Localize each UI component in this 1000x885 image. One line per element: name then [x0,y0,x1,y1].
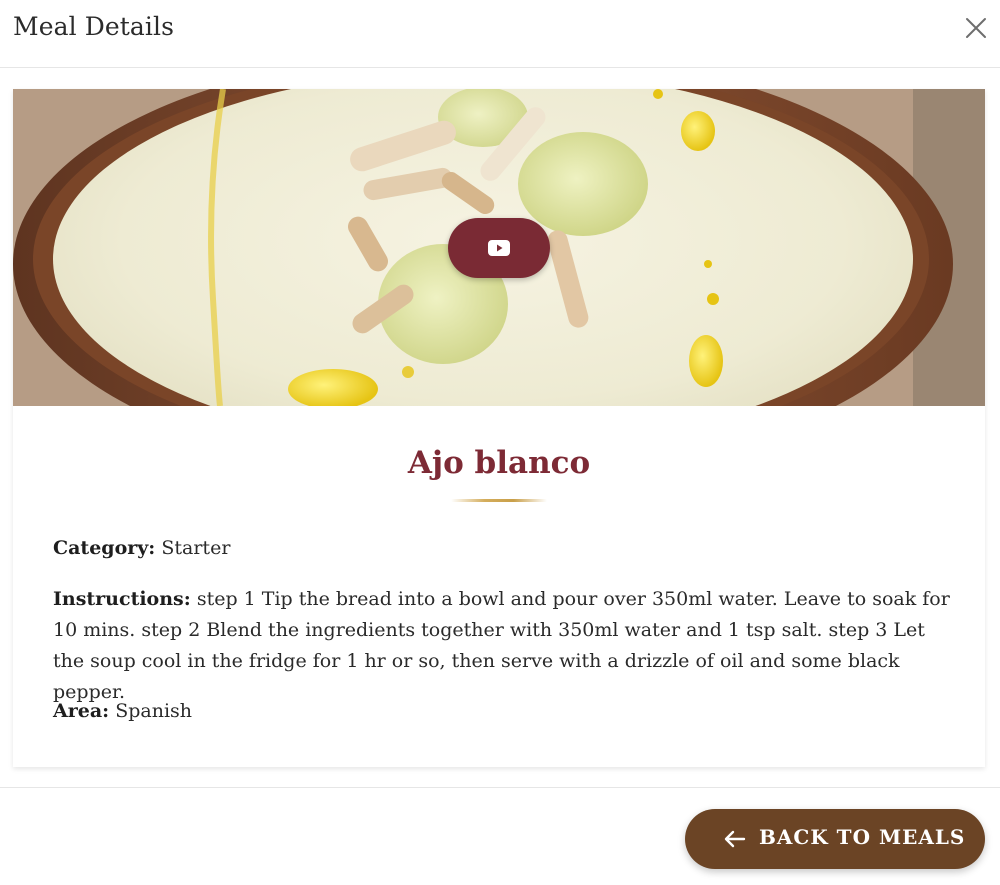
title-underline [451,499,547,502]
close-button[interactable] [964,16,988,40]
category-label: Category: [53,537,156,559]
meal-image [13,89,985,406]
arrow-left-icon [723,827,747,851]
play-video-button[interactable] [448,218,550,278]
meal-area: Area: Spanish [53,696,953,727]
category-value: Starter [161,537,231,559]
meal-category: Category: Starter [53,533,953,564]
back-to-meals-label: BACK TO MEALS [759,825,966,849]
footer-divider [0,787,1000,788]
meal-card: Ajo blanco Category: Starter Instruction… [13,89,985,767]
back-to-meals-button[interactable]: BACK TO MEALS [685,809,985,869]
close-icon [966,18,986,38]
modal-header: Meal Details [0,0,1000,68]
play-video-icon [488,240,510,256]
area-value: Spanish [115,700,193,722]
modal-title: Meal Details [13,12,175,41]
instructions-label: Instructions: [53,588,191,610]
meal-name: Ajo blanco [407,445,591,481]
meal-instructions: Instructions: step 1 Tip the bread into … [53,584,953,708]
area-label: Area: [53,700,110,722]
